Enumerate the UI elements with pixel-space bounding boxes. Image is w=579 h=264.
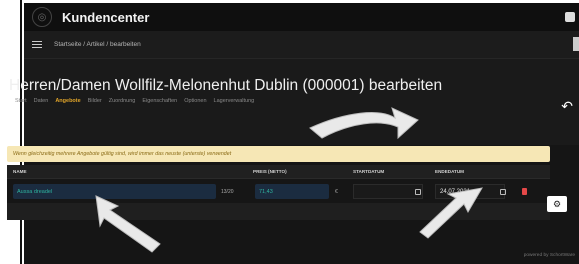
screenshot-frame: ◎ Kundencenter Startseite / Artikel / be… [0,0,579,264]
calendar-icon[interactable] [415,189,421,195]
tab-bilder[interactable]: Bilder [88,98,102,104]
breadcrumb-bar: Startseite / Artikel / bearbeiten [24,31,579,59]
currency-label: € [335,189,338,195]
top-bar: ◎ Kundencenter [24,3,579,31]
header-end-date: ENDEDATUM [435,169,465,174]
name-char-counter: 13/20 [221,189,234,195]
end-date-input[interactable]: 24.07.2021 [435,184,505,199]
user-avatar[interactable] [565,12,575,22]
tab-optionen[interactable]: Optionen [184,98,206,104]
offers-table: NAME PREIS (NETTO) STARTDATUM ENDEDATUM … [7,165,550,220]
tab-daten[interactable]: Daten [34,98,49,104]
hamburger-menu-icon[interactable] [32,39,42,50]
offer-name-input[interactable]: Aussa dreadel [13,184,216,199]
info-notice: Wenn gleichzeitig mehrere Angebote gülti… [7,146,550,162]
footer-powered-by: powered by SchortWare [523,253,575,258]
tab-bar: Start Daten Angebote Bilder Zuordnung Ei… [15,98,254,104]
header-price: PREIS (NETTO) [253,169,287,174]
back-arrow-icon[interactable]: ↶ [561,98,573,115]
app-title: Kundencenter [62,9,150,25]
side-toggle[interactable] [573,37,579,51]
header-name: NAME [13,169,27,174]
left-border [0,0,22,264]
app-window: ◎ Kundencenter Startseite / Artikel / be… [24,3,579,264]
tab-start[interactable]: Start [15,98,27,104]
table-header: NAME PREIS (NETTO) STARTDATUM ENDEDATUM [7,165,550,179]
calendar-icon[interactable] [500,189,506,195]
tab-lagerverwaltung[interactable]: Lagerverwaltung [214,98,255,104]
breadcrumb[interactable]: Startseite / Artikel / bearbeiten [54,41,141,48]
start-date-input[interactable] [353,184,423,199]
page-title: Herren/Damen Wollfilz-Melonenhut Dublin … [9,77,443,94]
tab-angebote[interactable]: Angebote [55,98,80,104]
settings-button[interactable]: ⚙ [547,196,567,212]
table-row: Aussa dreadel 13/20 71,43 € 24.07.2021 [7,179,550,203]
delete-icon[interactable] [522,188,527,195]
logo-icon: ◎ [32,7,52,27]
price-input[interactable]: 71,43 [255,184,329,199]
header-start-date: STARTDATUM [353,169,385,174]
tab-zuordnung[interactable]: Zuordnung [109,98,136,104]
tab-eigenschaften[interactable]: Eigenschaften [142,98,177,104]
